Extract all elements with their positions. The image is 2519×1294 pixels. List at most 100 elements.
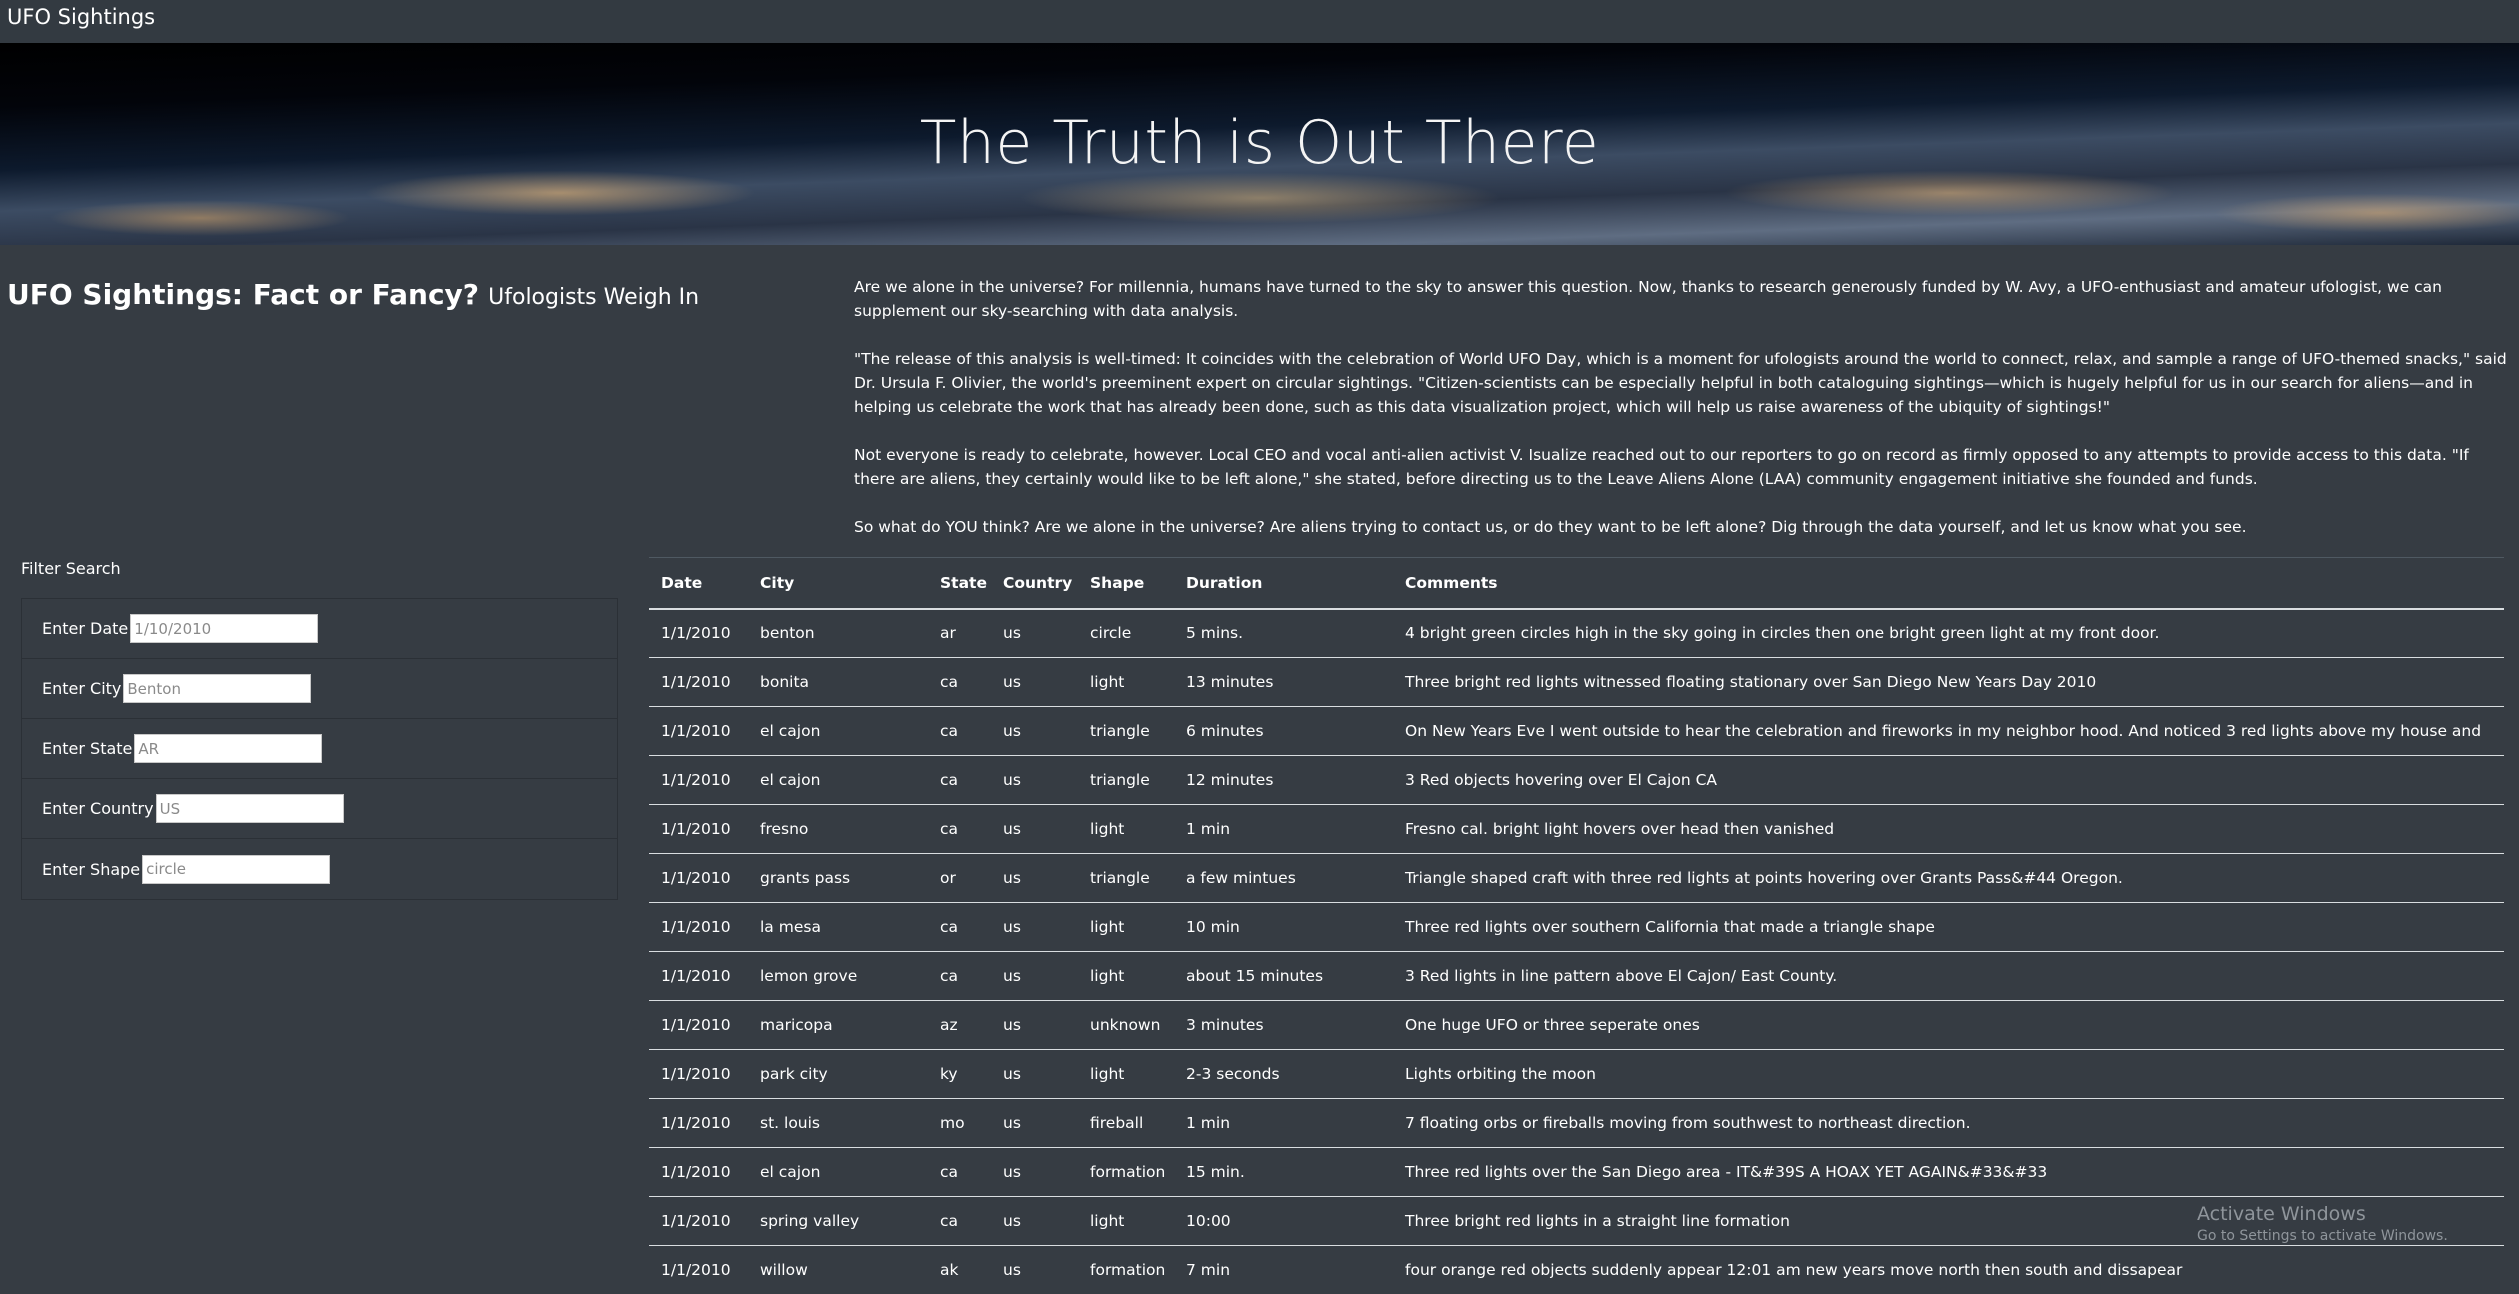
cell-date: 1/1/2010 bbox=[649, 902, 748, 952]
cell-city: el cajon bbox=[748, 706, 928, 756]
table-row: 1/1/2010 st. louis mo us fireball 1 min 7 floa… bbox=[649, 1098, 2504, 1148]
cell-city: park city bbox=[748, 1049, 928, 1099]
cell-state: ca bbox=[928, 706, 991, 756]
table-body: 1/1/2010 benton ar us circle 5 mins. 4 bright … bbox=[649, 608, 2504, 1294]
cell-country: us bbox=[991, 853, 1078, 903]
article-body: Are we alone in the universe? For millen… bbox=[854, 275, 2514, 563]
cell-shape: light bbox=[1078, 804, 1174, 854]
article-headline: UFO Sightings: Fact or Fancy? Ufologists… bbox=[7, 278, 699, 311]
cell-date: 1/1/2010 bbox=[649, 1000, 748, 1050]
cell-duration: a few mintues bbox=[1174, 853, 1393, 903]
filter-row-shape: Enter Shape bbox=[22, 839, 617, 899]
table-row: 1/1/2010 willow ak us formation 7 min four ora… bbox=[649, 1245, 2504, 1294]
cell-state: mo bbox=[928, 1098, 991, 1148]
headline-subtitle: Ufologists Weigh In bbox=[488, 285, 700, 310]
cell-country: us bbox=[991, 1000, 1078, 1050]
cell-date: 1/1/2010 bbox=[649, 1147, 748, 1197]
cell-duration: 1 min bbox=[1174, 1098, 1393, 1148]
filter-panel: Enter Date Enter City Enter State Enter … bbox=[21, 598, 618, 900]
cell-duration: 1 min bbox=[1174, 804, 1393, 854]
watermark-title: Activate Windows bbox=[2197, 1203, 2366, 1225]
state-input[interactable] bbox=[134, 734, 323, 763]
cell-country: us bbox=[991, 1147, 1078, 1197]
cell-date: 1/1/2010 bbox=[649, 951, 748, 1001]
cell-comments: four orange red objects suddenly appear … bbox=[1393, 1245, 2504, 1294]
cell-state: az bbox=[928, 1000, 991, 1050]
watermark-subtitle: Go to Settings to activate Windows. bbox=[2197, 1228, 2448, 1244]
cell-city: fresno bbox=[748, 804, 928, 854]
header-date: Date bbox=[649, 557, 748, 610]
cell-comments: 3 Red lights in line pattern above El Ca… bbox=[1393, 951, 2504, 1001]
cell-shape: triangle bbox=[1078, 755, 1174, 805]
cell-city: maricopa bbox=[748, 1000, 928, 1050]
header-city: City bbox=[748, 557, 928, 610]
cell-state: ca bbox=[928, 902, 991, 952]
cell-state: ar bbox=[928, 608, 991, 658]
state-label: Enter State bbox=[42, 739, 133, 758]
date-label: Enter Date bbox=[42, 619, 129, 638]
cell-comments: Three bright red lights witnessed floati… bbox=[1393, 657, 2504, 707]
shape-input[interactable] bbox=[142, 854, 331, 884]
cell-duration: 2-3 seconds bbox=[1174, 1049, 1393, 1099]
table-row: 1/1/2010 grants pass or us triangle a few min… bbox=[649, 853, 2504, 903]
cell-city: st. louis bbox=[748, 1098, 928, 1148]
table-row: 1/1/2010 bonita ca us light 13 minutes Three b… bbox=[649, 657, 2504, 707]
cell-state: ak bbox=[928, 1245, 991, 1294]
brand-link[interactable]: UFO Sightings bbox=[7, 3, 155, 31]
cell-comments: 3 Red objects hovering over El Cajon CA bbox=[1393, 755, 2504, 805]
cell-comments: Triangle shaped craft with three red lig… bbox=[1393, 853, 2504, 903]
cell-shape: light bbox=[1078, 951, 1174, 1001]
cell-comments: 7 floating orbs or fireballs moving from… bbox=[1393, 1098, 2504, 1148]
cell-country: us bbox=[991, 951, 1078, 1001]
cell-city: willow bbox=[748, 1245, 928, 1294]
cell-date: 1/1/2010 bbox=[649, 1196, 748, 1246]
header-comments: Comments bbox=[1393, 557, 2504, 610]
date-input[interactable] bbox=[130, 614, 319, 643]
header-country: Country bbox=[991, 557, 1078, 610]
cell-country: us bbox=[991, 706, 1078, 756]
filter-row-state: Enter State bbox=[22, 719, 617, 779]
table-row: 1/1/2010 benton ar us circle 5 mins. 4 bright … bbox=[649, 608, 2504, 658]
sightings-table-container: Date City State Country Shape Duration C… bbox=[649, 557, 2504, 1294]
cell-date: 1/1/2010 bbox=[649, 608, 748, 658]
cell-country: us bbox=[991, 804, 1078, 854]
cell-duration: 15 min. bbox=[1174, 1147, 1393, 1197]
table-row: 1/1/2010 park city ky us light 2-3 seconds Lig… bbox=[649, 1049, 2504, 1099]
table-row: 1/1/2010 el cajon ca us triangle 6 minutes On … bbox=[649, 706, 2504, 756]
cell-shape: circle bbox=[1078, 608, 1174, 658]
cell-state: ca bbox=[928, 1196, 991, 1246]
cell-duration: 5 mins. bbox=[1174, 608, 1393, 658]
cell-country: us bbox=[991, 657, 1078, 707]
table-row: 1/1/2010 la mesa ca us light 10 min Three red … bbox=[649, 902, 2504, 952]
header-duration: Duration bbox=[1174, 557, 1393, 610]
table-row: 1/1/2010 lemon grove ca us light about 15 min… bbox=[649, 951, 2504, 1001]
cell-country: us bbox=[991, 755, 1078, 805]
headline-title: UFO Sightings: Fact or Fancy? bbox=[7, 278, 480, 311]
cell-date: 1/1/2010 bbox=[649, 755, 748, 805]
table-row: 1/1/2010 el cajon ca us triangle 12 minutes 3 … bbox=[649, 755, 2504, 805]
city-input[interactable] bbox=[123, 674, 312, 703]
shape-label: Enter Shape bbox=[42, 859, 141, 879]
filter-search-title: Filter Search bbox=[21, 559, 121, 578]
cell-comments: Three red lights over the San Diego area… bbox=[1393, 1147, 2504, 1197]
country-input[interactable] bbox=[155, 794, 344, 823]
activate-windows-watermark: Activate Windows Go to Settings to activ… bbox=[2197, 1202, 2448, 1246]
cell-city: benton bbox=[748, 608, 928, 658]
cell-shape: light bbox=[1078, 1196, 1174, 1246]
cell-state: ca bbox=[928, 755, 991, 805]
cell-duration: 7 min bbox=[1174, 1245, 1393, 1294]
cell-shape: light bbox=[1078, 1049, 1174, 1099]
city-label: Enter City bbox=[42, 679, 122, 698]
cell-comments: On New Years Eve I went outside to hear … bbox=[1393, 706, 2504, 756]
cell-shape: light bbox=[1078, 657, 1174, 707]
hero-title: The Truth is Out There bbox=[919, 108, 1600, 178]
table-header: Date City State Country Shape Duration C… bbox=[649, 557, 2504, 610]
cell-duration: about 15 minutes bbox=[1174, 951, 1393, 1001]
filter-row-city: Enter City bbox=[22, 659, 617, 719]
cell-shape: light bbox=[1078, 902, 1174, 952]
cell-shape: formation bbox=[1078, 1245, 1174, 1294]
cell-comments: Lights orbiting the moon bbox=[1393, 1049, 2504, 1099]
cell-country: us bbox=[991, 1098, 1078, 1148]
cell-date: 1/1/2010 bbox=[649, 853, 748, 903]
cell-shape: unknown bbox=[1078, 1000, 1174, 1050]
